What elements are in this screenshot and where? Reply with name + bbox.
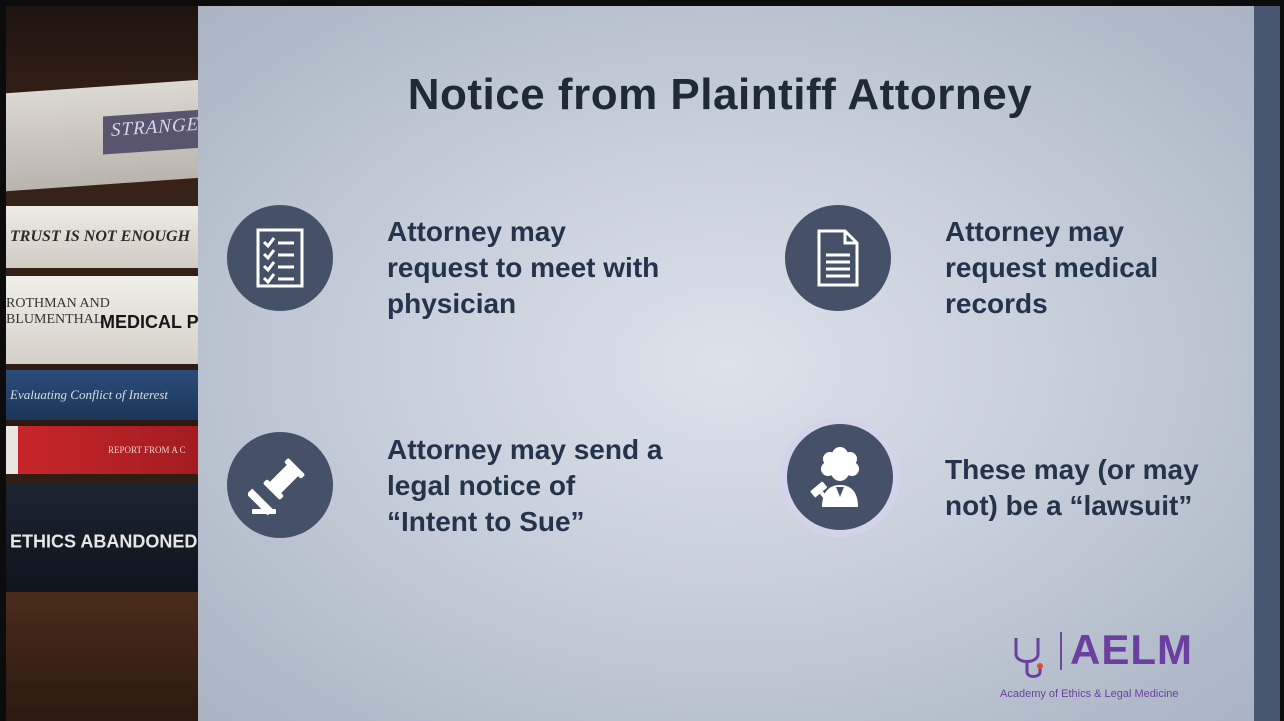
book-conflict: Evaluating Conflict of Interest	[6, 370, 198, 420]
book-label: STRANGERS	[103, 109, 198, 155]
document-icon	[785, 205, 891, 311]
books-photo: STRANGERS TRUST IS NOT ENOUGH ROTHMAN AN…	[6, 6, 198, 721]
logo-tagline: Academy of Ethics & Legal Medicine	[1000, 688, 1179, 700]
right-accent-bar	[1254, 6, 1280, 721]
stethoscope-icon	[1014, 638, 1043, 678]
checklist-icon	[227, 205, 333, 311]
item-text-lawsuit: These may (or may not) be a “lawsuit”	[945, 454, 1199, 521]
item-text-intent: Attorney may send a legal notice of “Int…	[387, 434, 663, 537]
book-trust: TRUST IS NOT ENOUGH	[6, 206, 198, 268]
gavel-icon	[227, 432, 333, 538]
item-text-meet: Attorney may request to meet with physic…	[387, 216, 660, 319]
book-strangers: STRANGERS	[6, 79, 198, 192]
book-ethics-abandoned: ETHICS ABANDONED	[6, 484, 198, 592]
logo-divider	[1060, 632, 1062, 670]
book-medical: ROTHMAN AND BLUMENTHAL MEDICAL P	[6, 276, 198, 364]
table-surface	[6, 592, 198, 721]
judge-icon	[787, 424, 893, 530]
slide-title: Notice from Plaintiff Attorney	[407, 70, 1033, 119]
aelm-logo: AELM Academy of Ethics & Legal Medicine	[1000, 626, 1212, 708]
book-report: REPORT FROM A C	[6, 426, 198, 474]
logo-brand: AELM	[1070, 626, 1193, 673]
item-text-records: Attorney may request medical records	[945, 216, 1159, 319]
